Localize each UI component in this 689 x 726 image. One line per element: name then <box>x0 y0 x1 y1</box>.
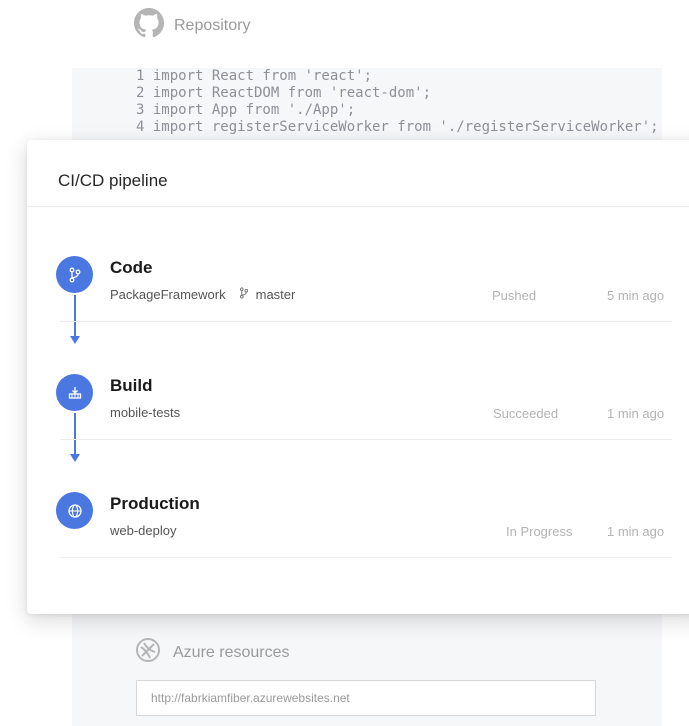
branch-icon <box>238 287 250 302</box>
stage-subtitle: PackageFramework master <box>110 287 295 302</box>
job-name: mobile-tests <box>110 405 181 420</box>
stage-build[interactable]: Build mobile-tests Succeeded 1 min ago <box>27 325 689 443</box>
divider <box>60 439 672 440</box>
repository-header: Repository <box>134 8 250 43</box>
code-line: 2 import ReactDOM from 'react-dom'; <box>136 85 432 101</box>
stage-code[interactable]: Code PackageFramework master Pushed 5 mi… <box>27 207 689 325</box>
code-line: 3 import App from './App'; <box>136 102 356 118</box>
github-icon <box>134 8 164 43</box>
azure-title: Azure resources <box>173 643 290 661</box>
azure-url-field[interactable]: http://fabrkiamfiber.azurewebsites.net <box>136 680 596 716</box>
git-branch-icon <box>56 256 93 293</box>
stage-status: In Progress <box>506 524 573 539</box>
stage-subtitle: mobile-tests <box>110 405 180 420</box>
card-title: CI/CD pipeline <box>58 171 168 190</box>
stage-name: Code <box>110 258 153 277</box>
azure-header: Azure resources <box>135 637 290 668</box>
divider <box>60 321 672 322</box>
stage-time: 1 min ago <box>607 524 665 539</box>
stage-production[interactable]: Production web-deploy In Progress 1 min … <box>27 443 689 561</box>
code-preview: 1 import React from 'react'; 2 import Re… <box>72 68 662 148</box>
build-icon <box>56 374 93 411</box>
stage-status: Pushed <box>492 288 537 303</box>
job-name: web-deploy <box>110 523 177 538</box>
code-line: 1 import React from 'react'; <box>136 68 373 84</box>
stage-name: Build <box>110 376 153 395</box>
stage-name: Production <box>110 494 200 513</box>
pipeline-card: CI/CD pipeline Code PackageFramework mas… <box>27 140 689 614</box>
divider <box>60 557 672 558</box>
repository-title: Repository <box>174 16 251 34</box>
stage-time: 1 min ago <box>607 406 665 421</box>
stage-status: Succeeded <box>493 406 559 421</box>
code-line: 4 import registerServiceWorker from './r… <box>136 119 659 135</box>
stage-time: 5 min ago <box>607 288 665 303</box>
azure-resources-icon <box>135 637 161 668</box>
stage-subtitle: web-deploy <box>110 523 177 538</box>
repo-name: PackageFramework <box>110 287 226 302</box>
globe-icon <box>56 492 93 529</box>
branch-name: master <box>255 287 296 302</box>
